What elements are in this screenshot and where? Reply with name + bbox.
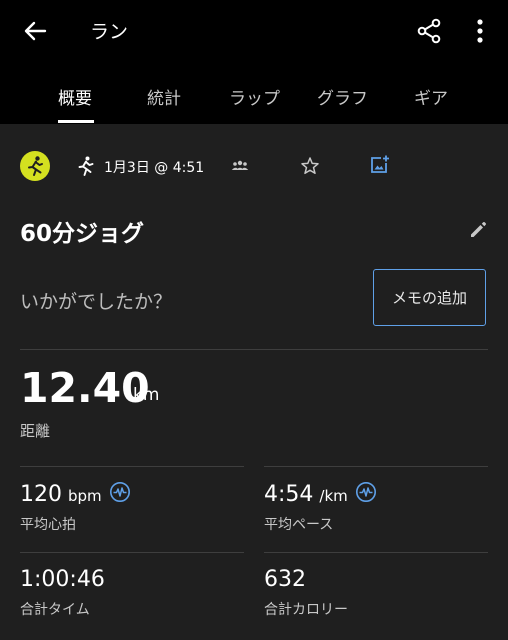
- tab-laps[interactable]: ラップ: [229, 84, 280, 109]
- divider: [20, 349, 488, 350]
- distance-value: 12.40: [20, 364, 150, 412]
- pulse-icon[interactable]: [355, 481, 377, 503]
- top-bar: ラン 概要 統計 ラップ グラフ ギア: [0, 0, 508, 124]
- overview-content: 1月3日 @ 4:51 60分ジョグ いかがでしたか？ メモの追加 12.40 …: [0, 124, 508, 640]
- tab-bar: 概要 統計 ラップ グラフ ギア: [0, 70, 508, 124]
- avg-pace-value: 4:54/km: [264, 482, 348, 507]
- activity-name: 60分ジョグ: [20, 221, 145, 247]
- tab-overview[interactable]: 概要: [58, 84, 92, 109]
- pencil-icon[interactable]: [468, 220, 488, 240]
- distance-label: 距離: [20, 422, 51, 440]
- total-calories-label: 合計カロリー: [264, 602, 348, 618]
- page-title: ラン: [90, 21, 129, 43]
- share-icon[interactable]: [414, 16, 444, 46]
- run-badge-icon: [28, 156, 43, 176]
- divider: [264, 552, 488, 553]
- avg-heart-rate-unit: bpm: [68, 487, 102, 505]
- tab-indicator: [58, 120, 94, 123]
- group-icon[interactable]: [230, 156, 250, 176]
- divider: [20, 552, 244, 553]
- distance-unit: km: [133, 385, 160, 405]
- star-icon[interactable]: [299, 155, 321, 177]
- activity-datetime: 1月3日 @ 4:51: [104, 160, 205, 176]
- feeling-prompt[interactable]: いかがでしたか？: [20, 287, 172, 314]
- tab-stats[interactable]: 統計: [147, 84, 181, 109]
- tab-graphs[interactable]: グラフ: [317, 84, 368, 109]
- avg-heart-rate-label: 平均心拍: [20, 517, 76, 533]
- total-time-label: 合計タイム: [20, 602, 90, 618]
- pulse-icon[interactable]: [109, 481, 131, 503]
- back-arrow-icon[interactable]: [20, 16, 50, 46]
- total-calories-value: 632: [264, 567, 306, 592]
- tab-gear[interactable]: ギア: [414, 84, 448, 109]
- avg-pace-unit: /km: [319, 487, 348, 505]
- divider: [264, 466, 488, 467]
- add-memo-button[interactable]: メモの追加: [373, 269, 486, 326]
- total-time-value: 1:00:46: [20, 567, 105, 592]
- more-vert-icon[interactable]: [468, 16, 492, 46]
- divider: [20, 466, 244, 467]
- activity-type-badge: [20, 151, 50, 181]
- avg-pace-label: 平均ペース: [264, 517, 334, 533]
- add-photo-icon[interactable]: [368, 154, 390, 176]
- avg-heart-rate-value: 120 bpm: [20, 482, 102, 507]
- app-bar: ラン: [0, 0, 508, 62]
- run-icon: [78, 156, 94, 176]
